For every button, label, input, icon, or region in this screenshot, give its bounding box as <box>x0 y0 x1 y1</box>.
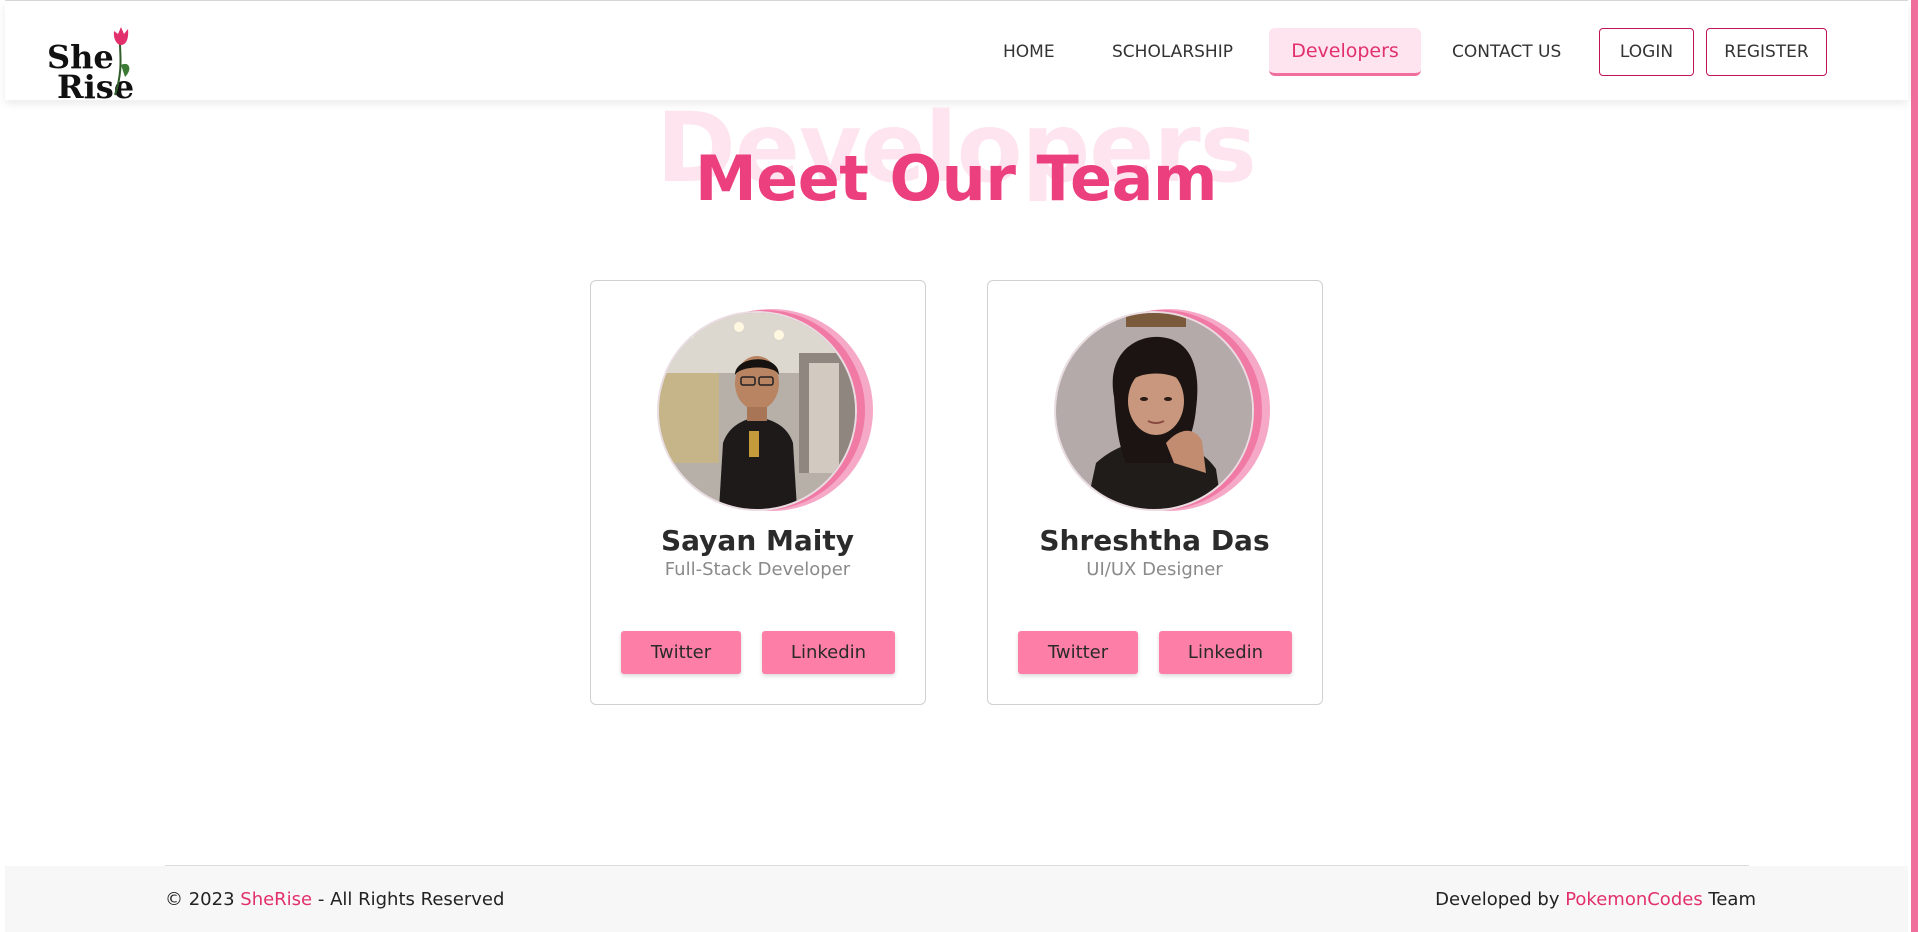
member-photo-image <box>659 313 855 509</box>
footer-team-link[interactable]: PokemonCodes <box>1565 889 1703 910</box>
register-button[interactable]: REGISTER <box>1706 28 1827 76</box>
team-card: Shreshtha Das UI/UX Designer Twitter Lin… <box>987 280 1323 705</box>
avatar <box>1054 311 1254 511</box>
twitter-button[interactable]: Twitter <box>1018 631 1138 674</box>
page-title: Meet Our Team <box>694 142 1218 215</box>
member-role: Full-Stack Developer <box>664 559 851 580</box>
avatar-container <box>657 309 873 513</box>
member-role: UI/UX Designer <box>1086 559 1223 580</box>
nav-developers-link[interactable]: Developers <box>1269 28 1421 76</box>
nav-home-link[interactable]: HOME <box>1003 28 1055 76</box>
team-card: Sayan Maity Full-Stack Developer Twitter… <box>590 280 926 705</box>
nav-contact-link[interactable]: CONTACT US <box>1452 28 1561 76</box>
scrollbar-thumb[interactable] <box>1911 0 1918 932</box>
avatar-container <box>1054 309 1270 513</box>
member-photo-image <box>1056 313 1252 509</box>
nav-scholarship-link[interactable]: SCHOLARSHIP <box>1112 28 1233 76</box>
nav-links: HOME SCHOLARSHIP Developers CONTACT US L… <box>5 28 1908 76</box>
copyright-suffix: - All Rights Reserved <box>312 889 505 910</box>
footer-divider <box>165 865 1749 866</box>
credits-suffix: Team <box>1702 889 1756 910</box>
avatar <box>657 311 857 511</box>
footer-credits: Developed by PokemonCodes Team <box>1435 889 1756 910</box>
linkedin-button[interactable]: Linkedin <box>1159 631 1292 674</box>
navbar: She Rise HOME SCHOLARSHIP Developers CON… <box>5 1 1908 103</box>
login-button[interactable]: LOGIN <box>1599 28 1694 76</box>
twitter-button[interactable]: Twitter <box>621 631 741 674</box>
credits-prefix: Developed by <box>1435 889 1566 910</box>
footer-copyright: © 2023 SheRise - All Rights Reserved <box>165 889 504 910</box>
linkedin-button[interactable]: Linkedin <box>762 631 895 674</box>
member-name: Shreshtha Das <box>1039 524 1270 557</box>
member-name: Sayan Maity <box>660 524 855 557</box>
footer-brand-link[interactable]: SheRise <box>240 889 312 910</box>
copyright-prefix: © 2023 <box>165 889 241 910</box>
